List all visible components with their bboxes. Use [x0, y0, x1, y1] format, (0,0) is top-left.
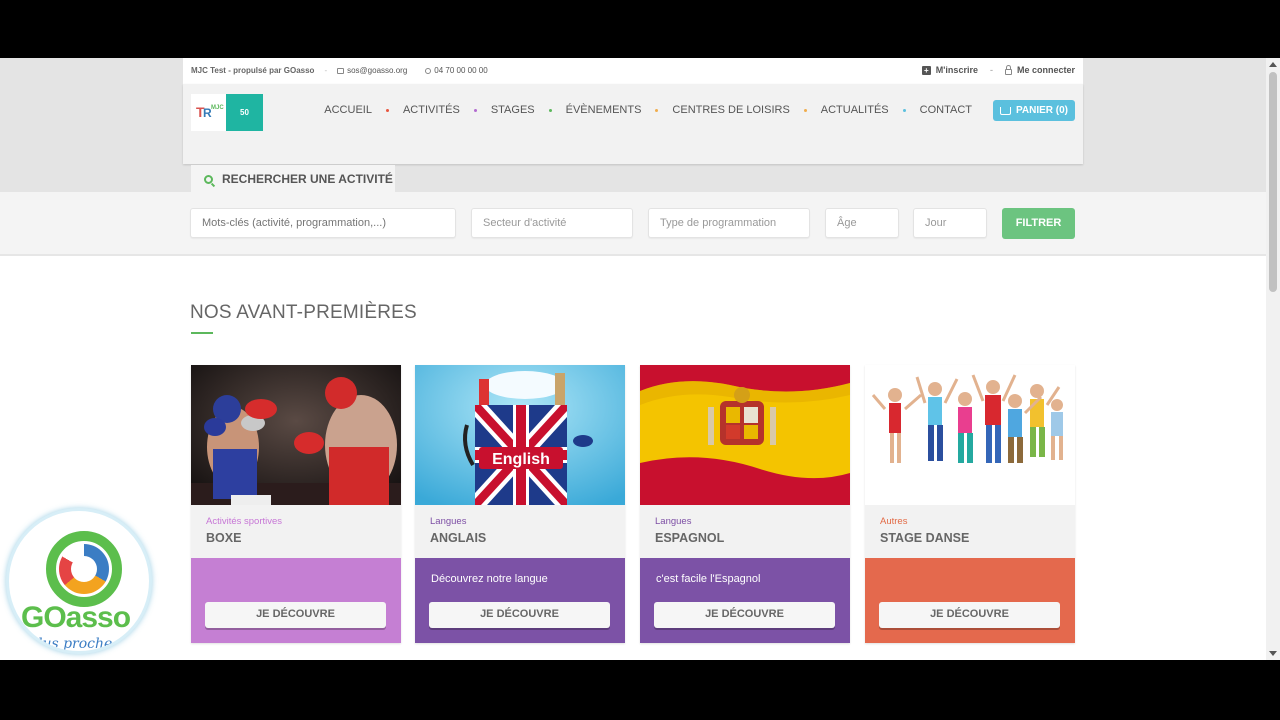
main-navbar: T R MJC 50 ACCUEIL ACTIVITÉS STAGES ÉVÈNEM…: [183, 84, 1083, 164]
plus-square-icon: +: [921, 65, 931, 75]
nav-dot: [385, 108, 389, 112]
cart-label: PANIER (0): [1015, 105, 1068, 116]
search-icon: [204, 174, 213, 184]
card-title: STAGE DANSE: [880, 531, 970, 545]
discover-button[interactable]: JE DÉCOUVRE: [429, 602, 610, 628]
separator: -: [324, 66, 328, 75]
keywords-input[interactable]: [190, 208, 456, 238]
day-select[interactable]: Jour: [913, 208, 987, 238]
login-link[interactable]: Me connecter: [1004, 64, 1075, 75]
goasso-badge: GOasso plus proche de: [6, 508, 152, 654]
nav-dot: [473, 108, 477, 112]
browser-viewport: MJC Test - propulsé par GOasso - sos@goa…: [0, 58, 1280, 660]
main-menu: ACCUEIL ACTIVITÉS STAGES ÉVÈNEMENTS CENT…: [324, 104, 972, 116]
goasso-brand-asso: asso: [65, 601, 131, 634]
age-select[interactable]: Âge: [825, 208, 899, 238]
top-bar: MJC Test - propulsé par GOasso - sos@goa…: [183, 58, 1083, 84]
scroll-up-arrow[interactable]: [1269, 62, 1277, 67]
card-title: ESPAGNOL: [655, 531, 725, 545]
goasso-brand-go: GO: [21, 601, 67, 634]
nav-dot: [803, 108, 807, 112]
nav-activites[interactable]: ACTIVITÉS: [403, 104, 460, 116]
discover-button[interactable]: JE DÉCOUVRE: [879, 602, 1060, 628]
card-category: Autres: [880, 516, 908, 527]
cart-button[interactable]: PANIER (0): [992, 100, 1075, 121]
card-category: Activités sportives: [206, 516, 283, 527]
discover-button[interactable]: JE DÉCOUVRE: [205, 602, 386, 628]
filter-button[interactable]: FILTRER: [1002, 208, 1075, 239]
activity-card-espagnol[interactable]: Langues ESPAGNOL c'est facile l'Espagnol…: [640, 365, 850, 643]
search-tab[interactable]: RECHERCHER UNE ACTIVITÉ: [191, 165, 395, 193]
login-label: Me connecter: [1016, 65, 1075, 75]
nav-centres-de-loisirs[interactable]: CENTRES DE LOISIRS: [672, 104, 789, 116]
goasso-logo-center: [71, 556, 97, 582]
email-contact[interactable]: sos@goasso.org: [337, 66, 407, 75]
nav-dot: [655, 108, 659, 112]
register-label: M'inscrire: [935, 65, 978, 75]
card-description: c'est facile l'Espagnol: [656, 573, 761, 585]
scrollbar-thumb[interactable]: [1269, 72, 1277, 292]
scroll-down-arrow[interactable]: [1269, 651, 1277, 656]
phone-text: 04 70 00 00 00: [434, 66, 488, 75]
nav-contact[interactable]: CONTACT: [920, 104, 972, 116]
card-category: Langues: [430, 516, 467, 527]
activity-card-anglais[interactable]: English Langues ANGLAIS Découvrez notre …: [415, 365, 625, 643]
section-title: NOS AVANT-PREMIÈRES: [190, 302, 417, 323]
boxing-image: [191, 365, 401, 505]
search-filter-bar: Secteur d'activité Type de programmation…: [0, 192, 1266, 256]
phone-contact[interactable]: 04 70 00 00 00: [425, 66, 488, 75]
anniversary-logo: 50: [226, 94, 263, 131]
programming-type-select[interactable]: Type de programmation: [648, 208, 810, 238]
search-tab-label: RECHERCHER UNE ACTIVITÉ: [222, 172, 393, 186]
anniversary-number: 50: [240, 108, 249, 117]
nav-stages[interactable]: STAGES: [491, 104, 535, 116]
register-link[interactable]: + M'inscrire: [921, 65, 978, 75]
card-footer: c'est facile l'Espagnol JE DÉCOUVRE: [640, 558, 850, 643]
english-image: English: [415, 365, 625, 505]
goasso-slogan: plus proche de: [29, 636, 135, 652]
activity-card-stage-danse[interactable]: Autres STAGE DANSE JE DÉCOUVRE: [865, 365, 1075, 643]
goasso-brand: GOasso: [21, 601, 131, 635]
card-category: Langues: [655, 516, 692, 527]
activity-card-boxe[interactable]: Activités sportives BOXE JE DÉCOUVRE: [191, 365, 401, 643]
mjc-logo: T R MJC: [191, 94, 226, 131]
card-title: ANGLAIS: [430, 531, 487, 545]
mail-icon: [337, 67, 345, 74]
card-footer: JE DÉCOUVRE: [865, 558, 1075, 643]
section-underline: [191, 332, 213, 334]
card-footer: Découvrez notre langue JE DÉCOUVRE: [415, 558, 625, 643]
nav-dot: [902, 108, 906, 112]
site-name: MJC Test - propulsé par GOasso: [191, 66, 315, 75]
discover-button[interactable]: JE DÉCOUVRE: [654, 602, 835, 628]
site-logo[interactable]: T R MJC 50: [191, 94, 264, 131]
card-footer: JE DÉCOUVRE: [191, 558, 401, 643]
email-text: sos@goasso.org: [347, 66, 408, 75]
nav-actualites[interactable]: ACTUALITÉS: [821, 104, 889, 116]
card-title: BOXE: [206, 531, 242, 545]
nav-accueil[interactable]: ACCUEIL: [324, 104, 372, 116]
spanish-flag-image: [640, 365, 850, 505]
nav-evenements[interactable]: ÉVÈNEMENTS: [566, 104, 642, 116]
page-scrollbar[interactable]: [1266, 58, 1280, 660]
page: MJC Test - propulsé par GOasso - sos@goa…: [0, 58, 1266, 660]
sector-select[interactable]: Secteur d'activité: [471, 208, 633, 238]
cart-icon: [999, 106, 1011, 115]
english-image-text: English: [492, 451, 550, 468]
dancing-kids-image: [865, 365, 1075, 505]
phone-icon: [425, 67, 432, 74]
card-description: Découvrez notre langue: [431, 573, 548, 585]
separator: -: [989, 65, 993, 75]
lock-icon: [1004, 64, 1012, 75]
nav-dot: [548, 108, 552, 112]
